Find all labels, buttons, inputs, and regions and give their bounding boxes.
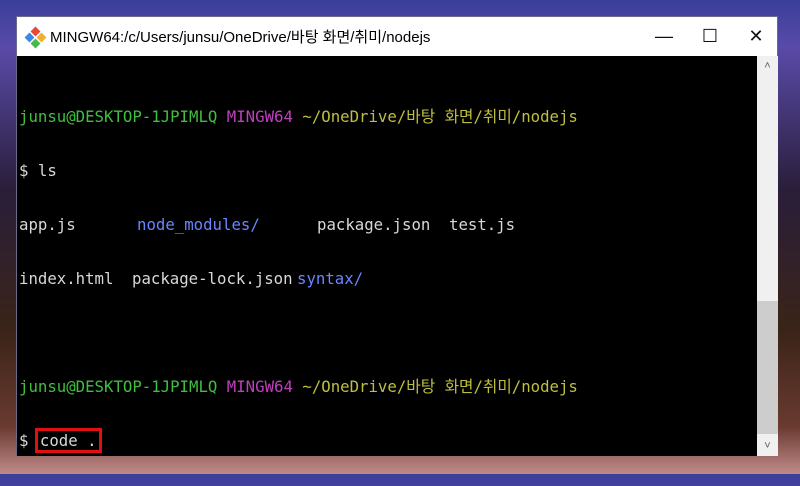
prompt-path: ~/OneDrive/바탕 화면/취미/nodejs: [302, 107, 578, 126]
scrollbar-thumb[interactable]: [757, 301, 778, 434]
terminal-window: MINGW64:/c/Users/junsu/OneDrive/바탕 화면/취미…: [16, 16, 778, 456]
minimize-button[interactable]: —: [641, 17, 687, 56]
prompt-user: junsu@DESKTOP-1JPIMLQ: [19, 107, 218, 126]
prompt-line: junsu@DESKTOP-1JPIMLQ MINGW64 ~/OneDrive…: [19, 108, 757, 126]
dir-entry: syntax/: [297, 269, 364, 288]
git-bash-icon: [24, 26, 47, 48]
maximize-icon: ☐: [701, 26, 719, 46]
vertical-scrollbar[interactable]: ˄ ˅: [757, 56, 778, 456]
terminal-output[interactable]: junsu@DESKTOP-1JPIMLQ MINGW64 ~/OneDrive…: [17, 56, 757, 456]
title-bar[interactable]: MINGW64:/c/Users/junsu/OneDrive/바탕 화면/취미…: [17, 17, 777, 56]
ls-row: index.html package-lock.json syntax/: [19, 270, 757, 288]
prompt-env: MINGW64: [226, 377, 293, 396]
command-line: $ ls: [19, 161, 57, 180]
window-title: MINGW64:/c/Users/junsu/OneDrive/바탕 화면/취미…: [50, 29, 431, 46]
prompt-symbol: $: [19, 431, 29, 450]
minimize-icon: —: [655, 26, 673, 46]
close-button[interactable]: ✕: [733, 17, 779, 56]
scroll-down-icon[interactable]: ˅: [757, 436, 778, 456]
highlighted-command: code .: [34, 428, 102, 453]
file-entry: test.js: [449, 215, 516, 234]
command-line: $ code .: [19, 428, 757, 453]
prompt-path: ~/OneDrive/바탕 화면/취미/nodejs: [302, 377, 578, 396]
prompt-user: junsu@DESKTOP-1JPIMLQ: [19, 377, 218, 396]
file-entry: app.js: [19, 215, 76, 234]
file-entry: index.html: [19, 269, 114, 288]
scroll-up-icon[interactable]: ˄: [757, 56, 778, 76]
maximize-button[interactable]: ☐: [687, 17, 733, 56]
file-entry: package-lock.json: [132, 269, 293, 288]
file-entry: package.json: [317, 215, 431, 234]
prompt-line: junsu@DESKTOP-1JPIMLQ MINGW64 ~/OneDrive…: [19, 378, 757, 396]
prompt-env: MINGW64: [226, 107, 293, 126]
close-icon: ✕: [748, 26, 764, 46]
ls-row: app.js node_modules/package.json test.js: [19, 216, 757, 234]
dir-entry: node_modules/: [137, 215, 260, 234]
